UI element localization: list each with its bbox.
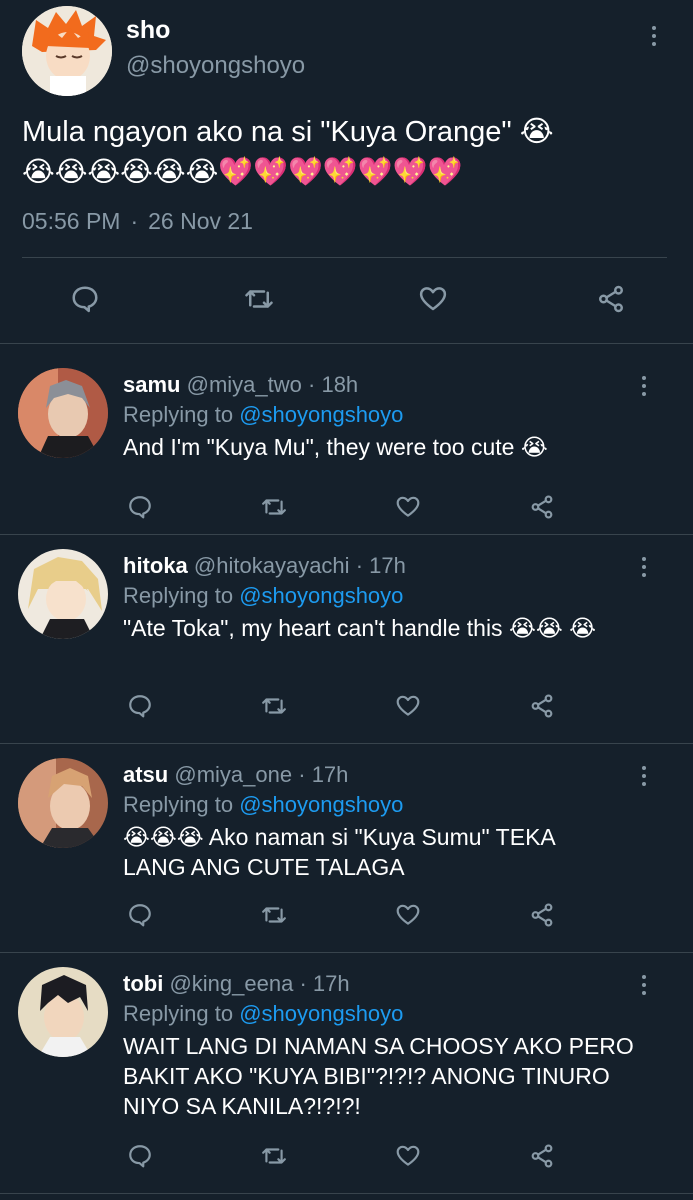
more-icon[interactable]	[652, 26, 658, 46]
retweet-icon[interactable]	[242, 282, 276, 316]
retweet-icon[interactable]	[257, 1139, 291, 1173]
reply-time[interactable]: 17h	[313, 971, 350, 996]
tweet-actions	[0, 282, 693, 316]
replying-label: Replying to	[123, 1001, 240, 1026]
reply-time[interactable]: 17h	[369, 553, 406, 578]
avatar[interactable]	[18, 967, 108, 1057]
reply-text: 😭😭😭 Ako naman si "Kuya Sumu" TEKA LANG A…	[123, 824, 555, 880]
reply-dot: ·	[308, 372, 316, 397]
avatar[interactable]	[22, 6, 112, 96]
reply-author-name[interactable]: tobi	[123, 971, 163, 996]
reply-tweet[interactable]: samu @miya_two · 18h Replying to @shoyon…	[0, 344, 693, 535]
retweet-icon[interactable]	[257, 689, 291, 723]
tweet-emojis: 😭😭😭😭😭😭💖💖💖💖💖💖💖	[22, 156, 463, 187]
more-icon[interactable]	[642, 975, 648, 995]
tweet-text-line: Mula ngayon ako na si "Kuya Orange" 😭	[22, 116, 554, 148]
reply-header: hitoka @hitokayayachi · 17h	[123, 553, 406, 579]
replying-mention[interactable]: @shoyongshoyo	[239, 1001, 403, 1026]
meta-separator: ·	[130, 208, 139, 234]
main-tweet: sho @shoyongshoyo Mula ngayon ako na si …	[0, 0, 693, 344]
reply-text: "Ate Toka", my heart can't handle this 😭…	[123, 615, 596, 641]
more-icon[interactable]	[642, 376, 648, 396]
share-icon[interactable]	[525, 898, 559, 932]
reply-text: WAIT LANG DI NAMAN SA CHOOSY AKO PERO BA…	[123, 1033, 634, 1119]
avatar-image	[18, 549, 108, 639]
tweet-date: 26 Nov 21	[148, 208, 253, 234]
more-icon[interactable]	[642, 557, 648, 577]
reply-author-handle[interactable]: @king_eena	[169, 971, 293, 996]
divider	[22, 257, 667, 258]
like-icon[interactable]	[416, 282, 450, 316]
reply-actions	[0, 490, 693, 524]
tweet-time: 05:56 PM	[22, 208, 121, 234]
like-icon[interactable]	[391, 689, 425, 723]
avatar-image	[18, 967, 108, 1057]
replying-to: Replying to @shoyongshoyo	[123, 583, 403, 609]
reply-time[interactable]: 17h	[312, 762, 349, 787]
reply-author-handle[interactable]: @miya_one	[174, 762, 292, 787]
reply-author-name[interactable]: hitoka	[123, 553, 188, 578]
reply-author-name[interactable]: atsu	[123, 762, 168, 787]
reply-icon[interactable]	[68, 282, 102, 316]
replying-label: Replying to	[123, 402, 240, 427]
reply-actions	[0, 689, 693, 723]
avatar[interactable]	[18, 549, 108, 639]
replying-to: Replying to @shoyongshoyo	[123, 402, 403, 428]
author-name[interactable]: sho	[126, 16, 170, 45]
reply-tweet[interactable]: hitoka @hitokayayachi · 17h Replying to …	[0, 535, 693, 744]
avatar-image	[18, 758, 108, 848]
like-icon[interactable]	[391, 1139, 425, 1173]
avatar-image	[18, 368, 108, 458]
reply-author-name[interactable]: samu	[123, 372, 180, 397]
avatar[interactable]	[18, 368, 108, 458]
replying-label: Replying to	[123, 792, 240, 817]
reply-header: atsu @miya_one · 17h	[123, 762, 348, 788]
reply-header: tobi @king_eena · 17h	[123, 971, 350, 997]
reply-dot: ·	[299, 971, 307, 996]
like-icon[interactable]	[391, 898, 425, 932]
reply-icon[interactable]	[123, 689, 157, 723]
reply-actions	[0, 1139, 693, 1173]
reply-tweet[interactable]: tobi @king_eena · 17h Replying to @shoyo…	[0, 953, 693, 1194]
replying-label: Replying to	[123, 583, 240, 608]
reply-dot: ·	[298, 762, 306, 787]
replying-mention[interactable]: @shoyongshoyo	[239, 583, 403, 608]
author-handle[interactable]: @shoyongshoyo	[126, 52, 305, 80]
replying-to: Replying to @shoyongshoyo	[123, 1001, 403, 1027]
share-icon[interactable]	[594, 282, 628, 316]
reply-icon[interactable]	[123, 1139, 157, 1173]
reply-author-handle[interactable]: @miya_two	[187, 372, 302, 397]
replying-mention[interactable]: @shoyongshoyo	[239, 402, 403, 427]
reply-actions	[0, 898, 693, 932]
retweet-icon[interactable]	[257, 490, 291, 524]
reply-time[interactable]: 18h	[321, 372, 358, 397]
share-icon[interactable]	[525, 1139, 559, 1173]
reply-dot: ·	[355, 553, 364, 578]
reply-text: And I'm "Kuya Mu", they were too cute 😭	[123, 434, 548, 460]
reply-header: samu @miya_two · 18h	[123, 372, 358, 398]
reply-icon[interactable]	[123, 898, 157, 932]
replying-mention[interactable]: @shoyongshoyo	[239, 792, 403, 817]
avatar-image	[22, 6, 112, 96]
share-icon[interactable]	[525, 689, 559, 723]
tweet-timestamp[interactable]: 05:56 PM · 26 Nov 21	[22, 208, 253, 235]
reply-icon[interactable]	[123, 490, 157, 524]
more-icon[interactable]	[642, 766, 648, 786]
reply-tweet[interactable]: atsu @miya_one · 17h Replying to @shoyon…	[0, 744, 693, 953]
reply-author-handle[interactable]: @hitokayayachi	[194, 553, 350, 578]
like-icon[interactable]	[391, 490, 425, 524]
tweet-text: Mula ngayon ako na si "Kuya Orange" 😭 😭😭…	[22, 112, 662, 192]
retweet-icon[interactable]	[257, 898, 291, 932]
replying-to: Replying to @shoyongshoyo	[123, 792, 403, 818]
avatar[interactable]	[18, 758, 108, 848]
share-icon[interactable]	[525, 490, 559, 524]
